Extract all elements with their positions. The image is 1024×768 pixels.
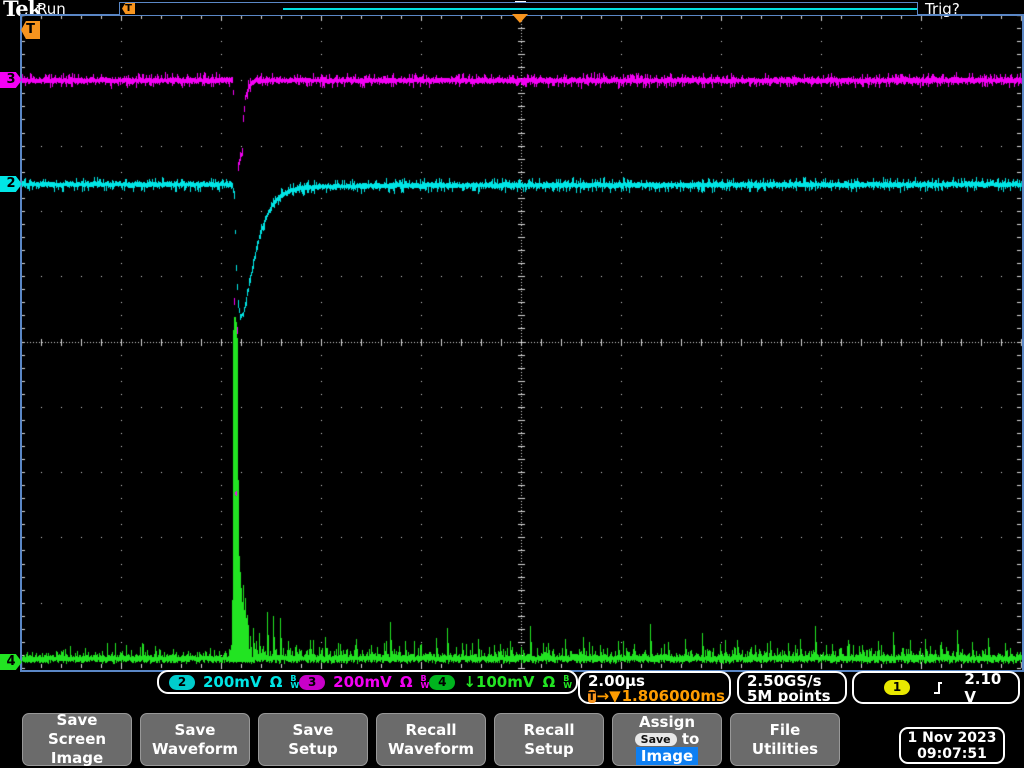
channel-4-scale: ↓100mV xyxy=(463,673,535,691)
record-trigger-flag-icon[interactable]: T xyxy=(122,3,135,14)
acquisition-readout[interactable]: 2.50GS/s 5M points xyxy=(737,671,847,704)
trigger-readout[interactable]: 1 2.10 V xyxy=(852,669,1020,706)
channel-3-scale: 200mV xyxy=(333,673,392,691)
trigger-source-badge[interactable]: 1 xyxy=(884,680,910,695)
rising-edge-icon xyxy=(934,681,943,694)
bw-bottom: W xyxy=(290,681,300,690)
channel-3-bandwidth-icon: BW xyxy=(420,675,430,690)
channel-3-badge[interactable]: 3 xyxy=(299,674,326,690)
channel-2-badge[interactable]: 2 xyxy=(169,674,195,690)
oscilloscope-screen: Tek Run Trig? T T 3 2 4 2 200mV Ω BW 3 2… xyxy=(0,0,1024,768)
trigger-level-value: 2.10 V xyxy=(964,669,1002,706)
record-length: 5M points xyxy=(747,687,831,705)
channel-4-bandwidth-icon: BW xyxy=(563,675,573,690)
bw-bottom: W xyxy=(563,681,573,690)
trigger-position-icon[interactable] xyxy=(512,14,528,23)
channel-4-coupling: Ω xyxy=(542,673,556,691)
channel-2-bandwidth-icon: BW xyxy=(290,675,300,690)
channel-3-coupling: Ω xyxy=(399,673,413,691)
channel-3-readout[interactable]: 3 200mV Ω BW xyxy=(299,673,429,691)
trigger-chip-icon: T xyxy=(588,690,596,703)
channel-4-badge[interactable]: 4 xyxy=(429,674,456,690)
channel-4-readout[interactable]: 4 ↓100mV Ω BW xyxy=(429,673,572,691)
bw-bottom: W xyxy=(420,681,430,690)
waveform-display xyxy=(0,0,1024,768)
channel-2-readout[interactable]: 2 200mV Ω BW xyxy=(169,673,299,691)
delay-value: 1.806000ms xyxy=(621,687,725,705)
channel-2-scale: 200mV xyxy=(203,673,262,691)
channel-2-coupling: Ω xyxy=(269,673,283,691)
record-view-waveform xyxy=(283,8,917,10)
channel-readouts[interactable]: 2 200mV Ω BW 3 200mV Ω BW 4 ↓100mV Ω BW xyxy=(157,670,578,694)
horizontal-delay: T →▼ 1.806000ms xyxy=(588,687,725,705)
horizontal-readout[interactable]: 2.00µs T →▼ 1.806000ms xyxy=(578,671,731,704)
delay-arrows-icon: →▼ xyxy=(596,687,621,705)
